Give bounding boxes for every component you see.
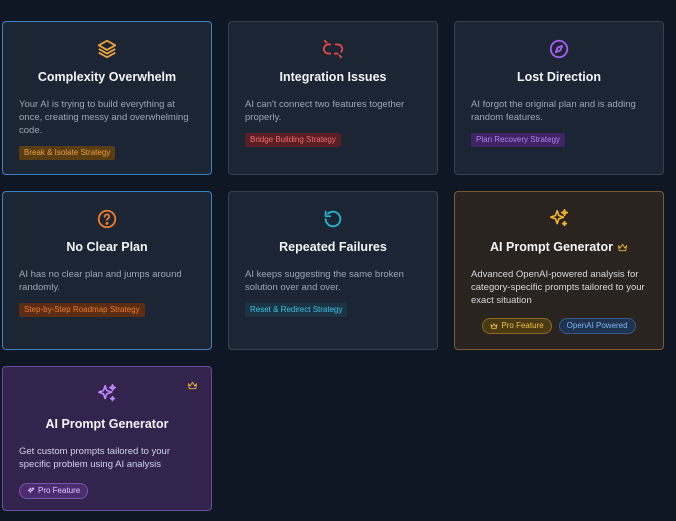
rotate-icon [245,208,421,230]
sparkles-icon [19,383,195,405]
card-lost-direction[interactable]: Lost Direction AI forgot the original pl… [454,21,664,175]
card-description: Your AI is trying to build everything at… [19,99,189,136]
card-repeated-failures[interactable]: Repeated Failures AI keeps suggesting th… [228,191,438,350]
card-description: AI has no clear plan and jumps around ra… [19,269,182,293]
card-title: Integration Issues [279,70,387,84]
card-title-row: AI Prompt Generator [471,239,647,255]
card-no-clear-plan[interactable]: No Clear Plan AI has no clear plan and j… [2,191,212,350]
card-description: Advanced OpenAI-powered analysis for cat… [471,269,645,306]
broken-link-icon [245,38,421,60]
card-title: AI Prompt Generator [490,240,613,254]
strategy-tag: Plan Recovery Strategy [471,133,566,147]
strategy-tag: Bridge Building Strategy [245,133,341,147]
card-description: AI can't connect two features together p… [245,99,405,123]
card-title: AI Prompt Generator [45,417,169,431]
card-description: AI keeps suggesting the same broken solu… [245,269,404,293]
strategy-tag: Step-by-Step Roadmap Strategy [19,303,145,317]
badge-row: Pro Feature OpenAI Powered [471,318,647,334]
question-circle-icon [19,208,195,230]
card-title: Repeated Failures [279,240,387,254]
card-ai-prompt-generator[interactable]: AI Prompt Generator Get custom prompts t… [2,366,212,511]
pro-feature-label: Pro Feature [38,486,81,495]
compass-icon [471,38,647,60]
card-title: Complexity Overwhelm [37,70,177,84]
layers-icon [19,38,195,60]
sparkles-icon [27,487,35,494]
card-title: No Clear Plan [66,240,148,254]
card-description: Get custom prompts tailored to your spec… [19,446,171,470]
pro-feature-badge: Pro Feature [482,318,552,334]
pro-feature-badge: Pro Feature [19,483,89,499]
crown-icon [490,323,498,329]
badge-row: Pro Feature [19,482,195,500]
strategy-tag: Reset & Redirect Strategy [245,303,348,317]
crown-icon [187,381,198,390]
card-integration-issues[interactable]: Integration Issues AI can't connect two … [228,21,438,175]
card-complexity-overwhelm[interactable]: Complexity Overwhelm Your AI is trying t… [2,21,212,175]
pro-feature-label: Pro Feature [501,321,544,330]
card-description: AI forgot the original plan and is addin… [471,99,636,123]
strategy-tag: Break & Isolate Strategy [19,146,116,160]
crown-icon [617,243,628,251]
openai-powered-badge: OpenAI Powered [558,318,636,334]
card-title: Lost Direction [516,70,602,84]
sparkles-icon [471,208,647,230]
card-ai-prompt-generator-pro[interactable]: AI Prompt Generator Advanced OpenAI-powe… [454,191,664,350]
